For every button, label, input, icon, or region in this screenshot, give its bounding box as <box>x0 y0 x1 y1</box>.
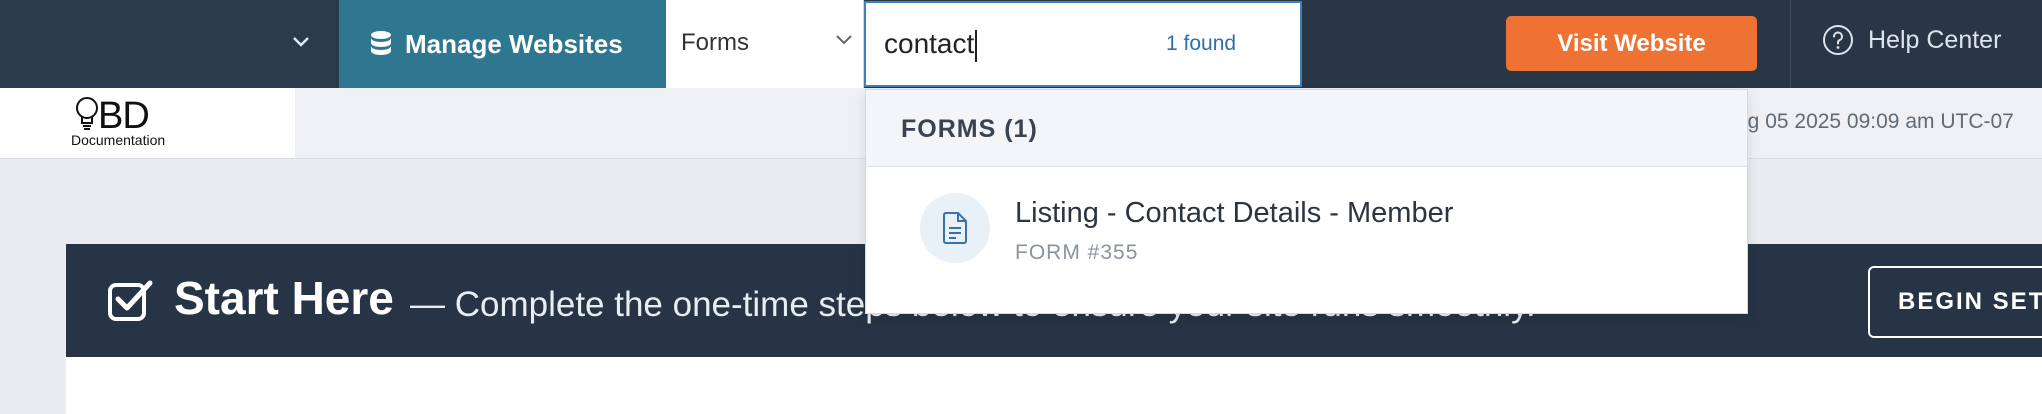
current-datetime: ug 05 2025 09:09 am UTC-07 <box>1736 110 2014 133</box>
lightbulb-icon <box>76 97 98 130</box>
search-results-dropdown: FORMS (1) Listing - Contact Details - Me… <box>865 89 1748 314</box>
checkbox-checked-icon <box>108 280 153 321</box>
chevron-down-icon <box>293 37 309 47</box>
logo[interactable]: BD Documentation <box>0 88 295 158</box>
top-navbar: Manage Websites Forms contact 1 found Vi… <box>0 0 2042 88</box>
search-type-select[interactable]: Forms <box>666 0 864 88</box>
menu-toggle[interactable] <box>0 0 339 88</box>
visit-website-button[interactable]: Visit Website <box>1506 16 1757 71</box>
begin-setup-button[interactable]: BEGIN SETUP <box>1868 266 2042 338</box>
logo-caption: Documentation <box>71 132 166 148</box>
document-icon <box>943 212 967 244</box>
help-center-link[interactable]: Help Center <box>1822 24 2001 56</box>
search-query: contact <box>884 28 978 62</box>
results-group-label: FORMS (1) <box>901 115 1038 143</box>
results-count: 1 found <box>1166 32 1237 55</box>
result-icon-wrapper <box>920 193 990 263</box>
manage-websites-button[interactable]: Manage Websites <box>339 0 666 88</box>
question-circle-icon <box>1823 25 1853 55</box>
database-icon <box>371 31 391 55</box>
results-group-header: FORMS (1) <box>866 90 1747 167</box>
search-type-value: Forms <box>681 29 749 56</box>
manage-websites-label: Manage Websites <box>405 28 623 59</box>
header-divider <box>1790 0 1791 88</box>
result-title: Listing - Contact Details - Member <box>1015 197 1454 229</box>
help-center-label: Help Center <box>1868 25 2002 54</box>
content-card <box>66 357 2042 414</box>
chevron-down-icon <box>836 35 852 45</box>
search-input[interactable]: contact 1 found <box>864 1 1302 87</box>
banner-title: Start Here <box>174 272 394 324</box>
search-result-item[interactable]: Listing - Contact Details - Member FORM … <box>866 167 1747 313</box>
result-meta: FORM #355 <box>1015 241 1139 264</box>
